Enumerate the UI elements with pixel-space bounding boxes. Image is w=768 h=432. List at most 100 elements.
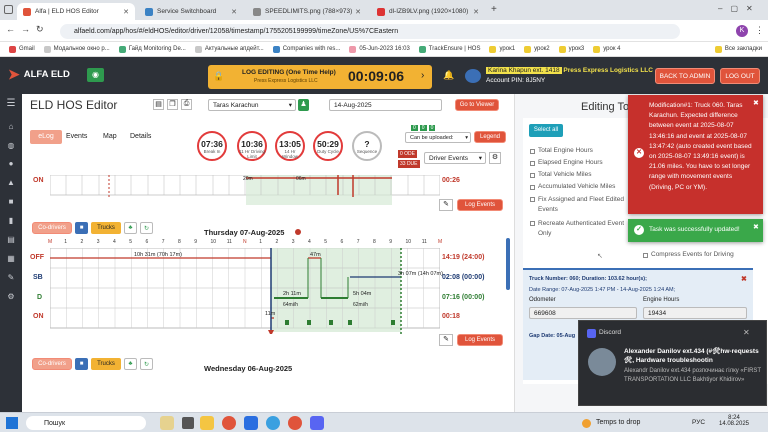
compress-checkbox[interactable] [643, 253, 648, 258]
scrollbar[interactable] [506, 238, 510, 290]
checkbox[interactable] [530, 185, 535, 190]
log-events-button[interactable]: Log Events [457, 199, 503, 211]
clock[interactable]: 8:24 14.08.2025 [716, 415, 752, 427]
checkbox[interactable] [530, 161, 535, 166]
alfa-eld-logo[interactable]: ➤ ALFA ELD [8, 66, 70, 83]
user-avatar[interactable] [465, 69, 481, 83]
bookmark-item[interactable]: урок2 [524, 45, 550, 53]
menu-icon[interactable]: ☰ [6, 99, 16, 109]
bookmark-item[interactable]: Актуальные апдейт... [194, 45, 264, 53]
close-icon[interactable]: ✖ [741, 275, 747, 283]
close-tab-icon[interactable]: ✕ [473, 8, 479, 16]
app-icon[interactable] [244, 416, 258, 430]
copy-icon[interactable]: ❐ [167, 99, 178, 110]
taskbar-search[interactable]: Пошук [26, 416, 146, 430]
driver-profile-icon[interactable]: ♟ [298, 99, 309, 111]
settings-icon[interactable]: ⚙ [489, 152, 501, 164]
settings-icon[interactable]: ⚙ [6, 292, 16, 301]
trucks-select[interactable]: Trucks [91, 222, 121, 234]
bookmark-item[interactable]: урок3 [558, 45, 584, 53]
bookmark-item[interactable]: урок1 [489, 45, 515, 53]
bookmark-item[interactable]: Companies with res... [272, 45, 340, 53]
bookmark-item[interactable]: Gmail [9, 45, 35, 53]
co-drivers-select[interactable]: Co-drivers [32, 222, 72, 234]
tab-speedlimits[interactable]: SPEEDLIMITS.png (788×973) ✕ [247, 3, 367, 20]
chevron-right-icon[interactable]: › [421, 70, 424, 81]
close-icon[interactable]: ✖ [753, 223, 759, 231]
close-icon[interactable]: ✖ [753, 99, 759, 107]
checkbox[interactable] [530, 173, 535, 178]
tab-details[interactable]: Details [130, 133, 151, 140]
bell-icon[interactable]: ▲ [6, 178, 16, 187]
go-to-viewer-button[interactable]: Go to Viewer [455, 99, 499, 111]
tab-dl-image[interactable]: dl-IZB9LV.png (1920×1080) ✕ [371, 3, 485, 20]
checkbox[interactable] [530, 149, 535, 154]
close-tab-icon[interactable]: ✕ [231, 8, 237, 16]
window-controls[interactable]: –▢✕ [718, 4, 761, 13]
print-icon[interactable]: ⎙ [181, 99, 192, 110]
chrome-icon[interactable] [288, 416, 302, 430]
tab-search-icon[interactable] [4, 5, 13, 14]
comment-icon[interactable]: ✎ [439, 334, 453, 346]
bookmark-item[interactable]: Модальное окно р... [43, 45, 110, 53]
camera-icon[interactable]: ◉ [87, 68, 104, 82]
language-indicator[interactable]: РУС [692, 419, 705, 426]
truck-icon[interactable]: ■ [75, 222, 88, 234]
chrome-icon[interactable] [222, 416, 236, 430]
bookmark-item[interactable]: 05-Jun-2023 16:03 [349, 45, 410, 53]
truck-icon[interactable]: ■ [75, 358, 88, 370]
logout-button[interactable]: LOG OUT [720, 68, 760, 84]
bell-icon[interactable]: 🔔 [443, 70, 454, 81]
tab-service-switchboard[interactable]: Service Switchboard ✕ [139, 3, 243, 20]
close-tab-icon[interactable]: ✕ [355, 8, 361, 16]
log-events-button[interactable]: Log Events [457, 334, 503, 346]
document-icon[interactable]: ▤ [153, 99, 164, 110]
comment-icon[interactable]: ✎ [439, 199, 453, 211]
task-view-icon[interactable] [182, 417, 194, 429]
file-explorer-icon[interactable] [200, 416, 214, 430]
odometer-field[interactable]: 669608 [529, 307, 637, 319]
wrench-icon[interactable]: ✎ [6, 273, 16, 282]
globe-icon[interactable]: ◍ [6, 141, 16, 150]
document-icon[interactable]: ▤ [6, 235, 16, 244]
telegram-icon[interactable] [266, 416, 280, 430]
trucks-select[interactable]: Trucks [91, 358, 121, 370]
chart-icon[interactable]: ▮ [6, 216, 16, 225]
profile-avatar[interactable]: K [736, 25, 748, 37]
discord-icon[interactable] [310, 416, 324, 430]
close-tab-icon[interactable]: ✕ [123, 8, 129, 16]
tab-alfa-eld[interactable]: Alfa | ELD HOS Editor ✕ [17, 3, 135, 20]
refresh-icon[interactable]: ↻ [140, 222, 153, 234]
bookmark-item[interactable]: Гайд Monitoring De... [118, 45, 186, 53]
co-drivers-select[interactable]: Co-drivers [32, 358, 72, 370]
truck-add-icon[interactable]: ♣ [124, 222, 137, 234]
windows-start-icon[interactable] [6, 417, 18, 429]
tab-events[interactable]: Events [66, 133, 87, 140]
back-to-admin-button[interactable]: BACK TO ADMIN [655, 68, 715, 84]
date-field[interactable]: 14-Aug-2025 [329, 99, 442, 111]
driver-select[interactable]: Taras Karachun ▾ [208, 99, 296, 111]
new-tab-button[interactable]: + [491, 4, 497, 15]
calendar-icon[interactable]: ▦ [6, 254, 16, 263]
close-icon[interactable]: ✕ [743, 328, 750, 337]
bookmark-item[interactable]: урок 4 [593, 45, 620, 53]
driver-events-select[interactable]: Driver Events ▾ [424, 152, 486, 164]
users-icon[interactable]: ● [6, 159, 16, 168]
all-bookmarks[interactable]: Все закладки [714, 45, 762, 53]
truck-add-icon[interactable]: ♣ [124, 358, 137, 370]
tab-elog[interactable]: eLog [30, 130, 62, 144]
engine-hours-field[interactable]: 19434 [643, 307, 747, 319]
can-be-uploaded-select[interactable]: Can be uploaded: ▾ [405, 132, 471, 143]
bookmark-item[interactable]: TrackEnsure | HOS [418, 45, 480, 53]
fix-assigned-checkbox[interactable] [530, 197, 535, 202]
select-all-button[interactable]: Select all [529, 124, 563, 137]
tab-map[interactable]: Map [103, 133, 117, 140]
nav-arrows-icon[interactable]: ←→↻ [6, 24, 50, 35]
legend-button[interactable]: Legend [474, 131, 506, 143]
url-field[interactable]: alfaeld.com/app/hos/#/eldHOS/editor/driv… [60, 24, 680, 39]
recreate-checkbox[interactable] [530, 221, 535, 226]
refresh-icon[interactable]: ↻ [140, 358, 153, 370]
browser-menu-icon[interactable]: ⋮ [755, 25, 764, 36]
widget-icon[interactable] [160, 416, 174, 430]
home-icon[interactable]: ⌂ [6, 122, 16, 131]
